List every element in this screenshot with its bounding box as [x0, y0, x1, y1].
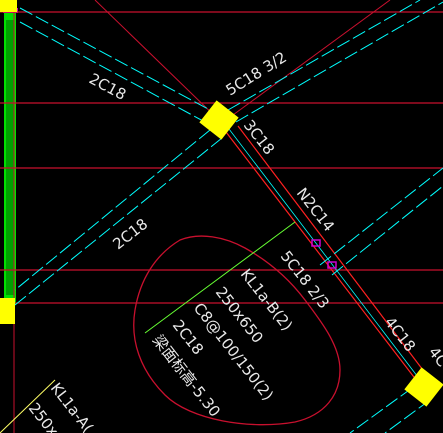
label-4c18[interactable]: 4C18: [381, 313, 419, 355]
label-edge-right[interactable]: 4C: [425, 343, 443, 370]
beam-diag-red-1[interactable]: [225, 131, 421, 386]
column-icon[interactable]: [0, 298, 15, 324]
label-kl2-size[interactable]: 250x: [25, 399, 62, 433]
cad-canvas[interactable]: 2C18 5C18 3/2 3C18 N2C14 5C18 2/3 4C18 4…: [0, 0, 443, 433]
label-node-top[interactable]: 5C18 3/2: [223, 48, 290, 99]
beam-right-edge2[interactable]: [331, 185, 443, 276]
beam-upper-right-edge1[interactable]: [227, 0, 421, 111]
diag-red-line-a[interactable]: [94, 0, 223, 124]
beam-lower-left-edge1[interactable]: [14, 129, 211, 291]
beam-lower-left-edge2[interactable]: [14, 137, 223, 306]
diag-red-line-b[interactable]: [221, 0, 391, 124]
beam-right-edge1[interactable]: [319, 167, 443, 266]
column-icon[interactable]: [404, 367, 443, 407]
label-5c18-23[interactable]: 5C18 2/3: [277, 247, 333, 312]
beam-bottom-right-edge1[interactable]: [349, 387, 413, 433]
label-node-right[interactable]: 3C18: [240, 116, 278, 158]
label-left-beam-top[interactable]: 2C18: [86, 70, 129, 104]
beam-upper-left-edge2[interactable]: [19, 21, 206, 123]
revision-cloud[interactable]: [133, 235, 341, 426]
cad-drawing[interactable]: 2C18 5C18 3/2 3C18 N2C14 5C18 2/3 4C18 4…: [0, 0, 443, 433]
green-column-inner: [6, 20, 14, 295]
label-left-beam-lower[interactable]: 2C18: [109, 215, 151, 253]
column-icon[interactable]: [0, 0, 17, 12]
beam-bottom-right-edge2[interactable]: [384, 399, 431, 433]
